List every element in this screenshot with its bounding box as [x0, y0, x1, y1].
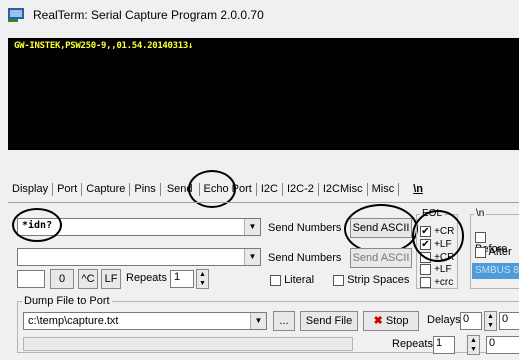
dump-repeats-input[interactable]: 1 [433, 336, 455, 354]
tab-capture[interactable]: Capture [82, 180, 129, 198]
dump-progress-bar [23, 337, 353, 351]
repeats-label: Repeats [126, 272, 167, 284]
browse-button[interactable]: ... [273, 311, 295, 331]
tab-port[interactable]: Port [53, 180, 81, 198]
smbus-field[interactable]: SMBUS 8 [472, 263, 519, 279]
delays-input-1[interactable]: 0 [460, 312, 482, 330]
dump-repeats-label: Repeats [392, 338, 433, 350]
char-count-input[interactable] [17, 270, 45, 288]
tab-newline[interactable]: \n [409, 180, 427, 198]
tab-display[interactable]: Display [8, 180, 52, 198]
dump-repeats-spinner[interactable]: ▲ ▼ [467, 335, 480, 355]
strip-spaces-checkbox[interactable]: Strip Spaces [333, 274, 409, 286]
terminal-line: GW-INSTEK,PSW250-9,,01.54.20140313↓ [14, 41, 194, 51]
chevron-down-icon[interactable]: ▼ [244, 219, 260, 235]
annotation-circle-input [12, 208, 62, 242]
delays-spinner[interactable]: ▲ ▼ [484, 311, 497, 331]
ctrl-c-button[interactable]: ^C [78, 269, 98, 289]
chevron-down-icon[interactable]: ▼ [244, 249, 260, 265]
tab-misc[interactable]: Misc [368, 180, 399, 198]
send-line-2-combo[interactable]: ▼ [17, 248, 261, 266]
dump-repeats-input-2[interactable]: 0 [486, 336, 519, 354]
after-checkbox[interactable]: After [475, 246, 512, 258]
dump-file-path-value: c:\temp\capture.txt [28, 315, 119, 327]
literal-checkbox[interactable]: Literal [270, 274, 314, 286]
send-file-button[interactable]: Send File [300, 311, 358, 331]
send-numbers-button-1[interactable]: Send Numbers [268, 222, 341, 234]
send-numbers-button-2[interactable]: Send Numbers [268, 252, 341, 264]
tab-panel-border [8, 202, 519, 203]
delays-input-2[interactable]: 0 [499, 312, 519, 330]
eol-crc-checkbox[interactable]: +crc [420, 276, 453, 288]
terminal-display[interactable]: GW-INSTEK,PSW250-9,,01.54.20140313↓ [8, 38, 519, 150]
zero-button[interactable]: 0 [50, 269, 74, 289]
stop-icon: ✖ [373, 315, 383, 327]
tab-i2c-2[interactable]: I2C-2 [283, 180, 318, 198]
send-ascii-button-2[interactable]: Send ASCII [350, 248, 412, 268]
lf-button[interactable]: LF [101, 269, 121, 289]
eol-lf-checkbox-2[interactable]: +LF [420, 263, 452, 275]
tab-i2c[interactable]: I2C [257, 180, 282, 198]
tab-i2cmisc[interactable]: I2CMisc [319, 180, 367, 198]
stop-button[interactable]: ✖ Stop [363, 311, 419, 331]
app-icon [8, 8, 24, 22]
chevron-down-icon[interactable]: ▼ [250, 313, 266, 329]
dump-file-group-label: Dump File to Port [22, 295, 112, 307]
tab-pins[interactable]: Pins [130, 180, 159, 198]
dump-file-path-combo[interactable]: c:\temp\capture.txt ▼ [23, 312, 267, 330]
repeats-input[interactable]: 1 [170, 270, 194, 288]
annotation-circle-eol [412, 210, 464, 262]
window-title: RealTerm: Serial Capture Program 2.0.0.7… [33, 8, 264, 22]
delays-label: Delays [427, 314, 461, 326]
newline-group-label: \n [474, 208, 487, 219]
annotation-circle-send-ascii [344, 204, 418, 254]
repeats-spinner[interactable]: ▲ ▼ [196, 269, 209, 289]
